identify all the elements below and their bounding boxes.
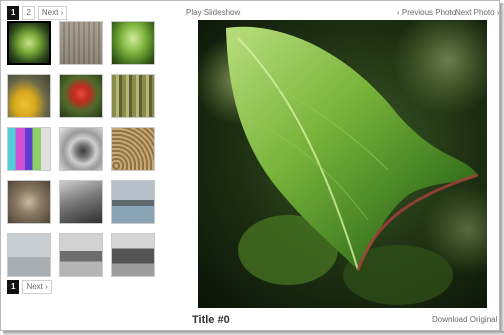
window-shadow-bottom bbox=[3, 331, 504, 335]
next-page-button[interactable]: Next › bbox=[37, 6, 68, 20]
thumb-leaf[interactable] bbox=[7, 21, 51, 65]
window-shadow-right bbox=[500, 3, 504, 335]
thumb-night-road[interactable] bbox=[59, 180, 103, 224]
pagination-bottom: 1 Next › bbox=[7, 280, 52, 294]
thumb-rocks-coast[interactable] bbox=[59, 233, 103, 277]
thumb-color-stripes[interactable] bbox=[7, 127, 51, 171]
thumb-red-flower[interactable] bbox=[59, 74, 103, 118]
thumb-green-leaf[interactable] bbox=[111, 21, 155, 65]
thumb-spiral[interactable] bbox=[111, 127, 155, 171]
thumb-yellow-fruit[interactable] bbox=[7, 74, 51, 118]
main-photo bbox=[198, 20, 487, 308]
thumb-coast[interactable] bbox=[111, 180, 155, 224]
next-page-button[interactable]: Next › bbox=[22, 280, 52, 294]
thumb-bamboo[interactable] bbox=[111, 74, 155, 118]
pagination-top: 1 2 Next › bbox=[7, 6, 68, 20]
page-2-button[interactable]: 2 bbox=[22, 6, 35, 20]
photo-title: Title #0 bbox=[192, 314, 230, 326]
thumb-circuit[interactable] bbox=[59, 21, 103, 65]
play-slideshow-link[interactable]: Play Slideshow bbox=[186, 8, 240, 17]
page-1-button[interactable]: 1 bbox=[7, 280, 20, 294]
thumb-rope[interactable] bbox=[7, 180, 51, 224]
thumb-sea[interactable] bbox=[7, 233, 51, 277]
next-photo-link[interactable]: Next Photo › bbox=[455, 8, 499, 17]
thumb-camera-lens[interactable] bbox=[59, 127, 103, 171]
photo-image bbox=[198, 20, 487, 308]
download-original-link[interactable]: Download Original bbox=[432, 315, 497, 324]
previous-photo-link[interactable]: ‹ Previous Photo bbox=[397, 8, 456, 17]
thumb-cliffs[interactable] bbox=[111, 233, 155, 277]
page-1-button[interactable]: 1 bbox=[7, 6, 20, 20]
